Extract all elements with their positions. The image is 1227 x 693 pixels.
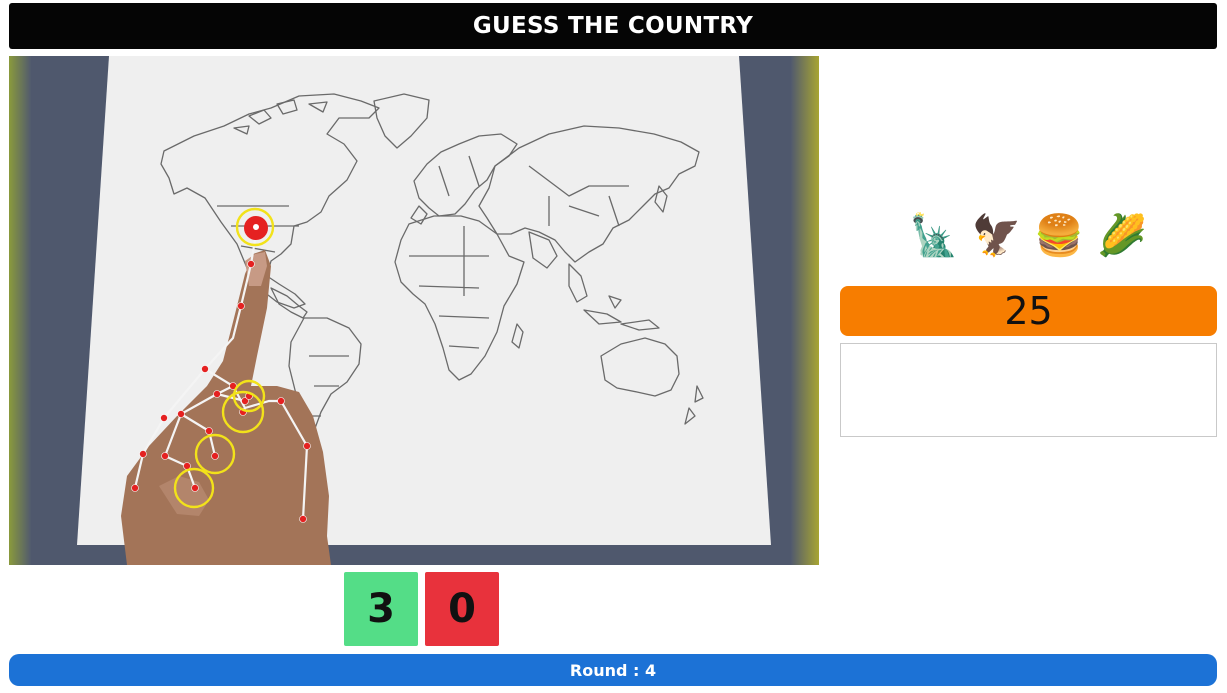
correct-count: 3 xyxy=(367,586,395,632)
game-title-bar: GUESS THE COUNTRY xyxy=(9,3,1217,49)
pointer-marker xyxy=(244,216,268,240)
round-indicator: Round : 4 xyxy=(9,654,1217,686)
wrong-score-badge: 0 xyxy=(425,572,499,646)
countdown-timer: 25 xyxy=(840,286,1217,336)
statue-of-liberty-icon: 🗽 xyxy=(909,213,959,259)
eagle-icon: 🦅 xyxy=(971,213,1022,259)
game-title: GUESS THE COUNTRY xyxy=(472,13,754,39)
correct-score-badge: 3 xyxy=(344,572,418,646)
clue-emojis: 🗽 🦅 🍔 🌽 xyxy=(908,208,1148,264)
wrong-count: 0 xyxy=(448,586,476,632)
answer-box[interactable] xyxy=(840,343,1217,437)
camera-feed-image xyxy=(9,56,819,565)
round-label: Round : 4 xyxy=(569,660,657,680)
hamburger-icon: 🍔 xyxy=(1034,213,1085,259)
corn-icon: 🌽 xyxy=(1097,213,1147,259)
timer-value: 25 xyxy=(1004,289,1053,333)
answer-input[interactable] xyxy=(841,344,1216,436)
camera-feed xyxy=(9,56,819,565)
